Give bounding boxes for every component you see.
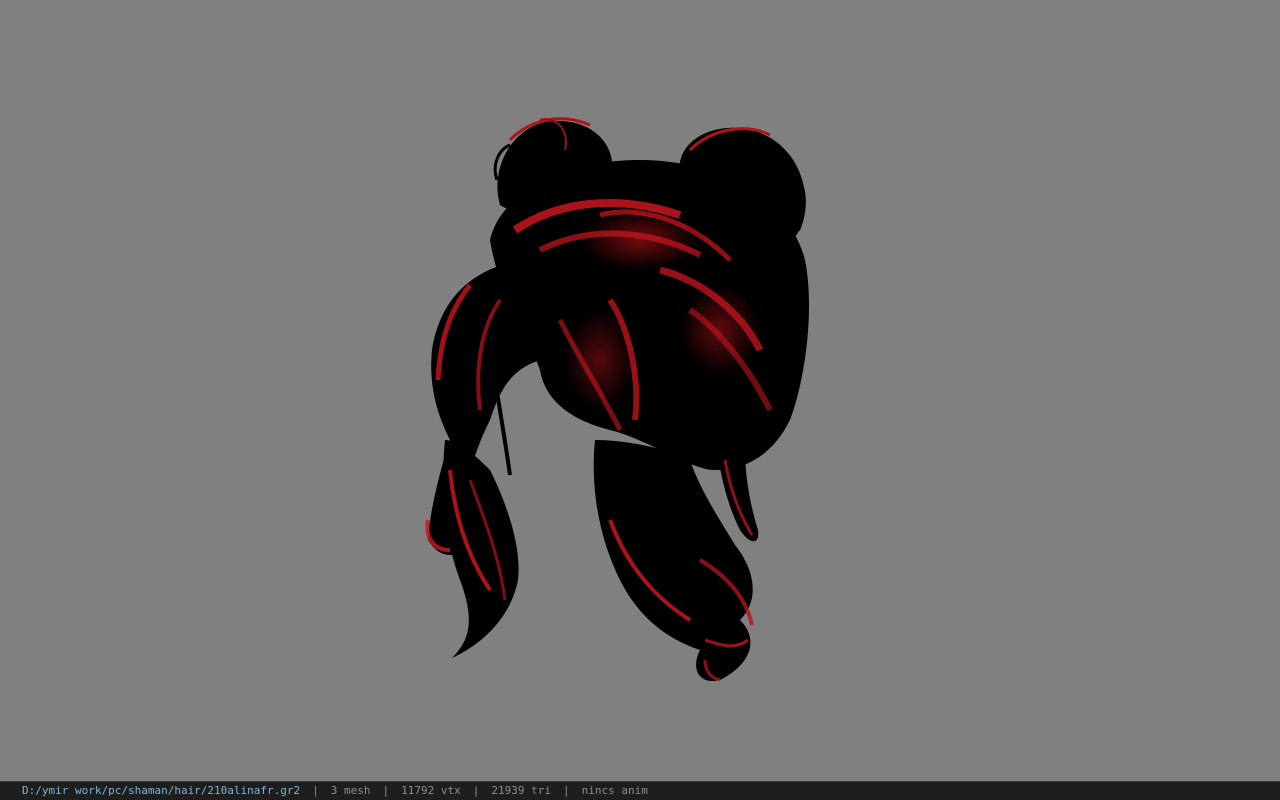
file-path-label: D:/ymir work/pc/shaman/hair/210alinafr.g… [22, 784, 301, 797]
separator: | [563, 784, 570, 797]
hair-model-render [425, 117, 810, 682]
separator: | [312, 784, 319, 797]
status-bar: D:/ymir work/pc/shaman/hair/210alinafr.g… [0, 781, 1280, 800]
anim-status-label: nincs anim [581, 784, 648, 797]
triangle-count-label: 21939 tri [491, 784, 551, 797]
vertex-count-label: 11792 vtx [401, 784, 461, 797]
separator: | [382, 784, 390, 797]
mesh-count-label: 3 mesh [330, 784, 371, 797]
separator: | [472, 784, 480, 797]
3d-viewport[interactable] [0, 0, 1280, 781]
